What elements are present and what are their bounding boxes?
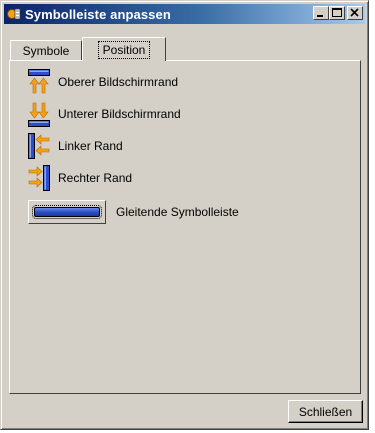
position-option-left[interactable]: Linker Rand <box>28 133 123 159</box>
dock-bottom-icon <box>28 102 50 127</box>
window-title: Symbolleiste anpassen <box>25 6 171 22</box>
app-icon <box>7 8 21 20</box>
position-option-right[interactable]: Rechter Rand <box>28 165 132 191</box>
dock-right-icon <box>28 165 50 191</box>
position-option-bottom[interactable]: Unterer Bildschirmrand <box>28 101 181 127</box>
close-dialog-button[interactable]: Schließen <box>288 400 363 423</box>
maximize-button[interactable] <box>329 6 345 20</box>
position-option-floating[interactable]: Gleitende Symbolleiste <box>28 199 239 225</box>
position-label-bottom: Unterer Bildschirmrand <box>58 107 181 121</box>
tab-position-label: Position <box>97 40 151 59</box>
position-option-top[interactable]: Oberer Bildschirmrand <box>28 69 178 95</box>
position-label-right: Rechter Rand <box>58 171 133 185</box>
close-window-button[interactable] <box>347 6 363 20</box>
maximize-icon <box>332 8 342 17</box>
position-label-floating: Gleitende Symbolleiste <box>116 205 239 219</box>
close-dialog-label: Schließen <box>298 404 353 419</box>
minimize-icon <box>317 15 323 17</box>
position-label-top: Oberer Bildschirmrand <box>58 75 179 89</box>
floating-toolbar-icon <box>32 205 102 219</box>
tab-position[interactable]: Position <box>82 37 166 61</box>
position-label-left: Linker Rand <box>58 139 123 153</box>
tab-symbole-label: Symbole <box>22 43 70 58</box>
dock-left-icon <box>28 133 50 159</box>
floating-toolbar-button[interactable] <box>28 200 106 224</box>
title-bar[interactable]: Symbolleiste anpassen <box>4 4 365 24</box>
minimize-button[interactable] <box>313 6 329 20</box>
dock-top-icon <box>28 69 50 94</box>
tab-symbole[interactable]: Symbole <box>10 40 82 60</box>
close-icon <box>350 8 359 17</box>
position-panel: Oberer Bildschirmrand Unterer Bildschirm… <box>9 60 361 394</box>
customize-toolbar-dialog: Symbolleiste anpassen Symbole Position O… <box>0 0 369 430</box>
